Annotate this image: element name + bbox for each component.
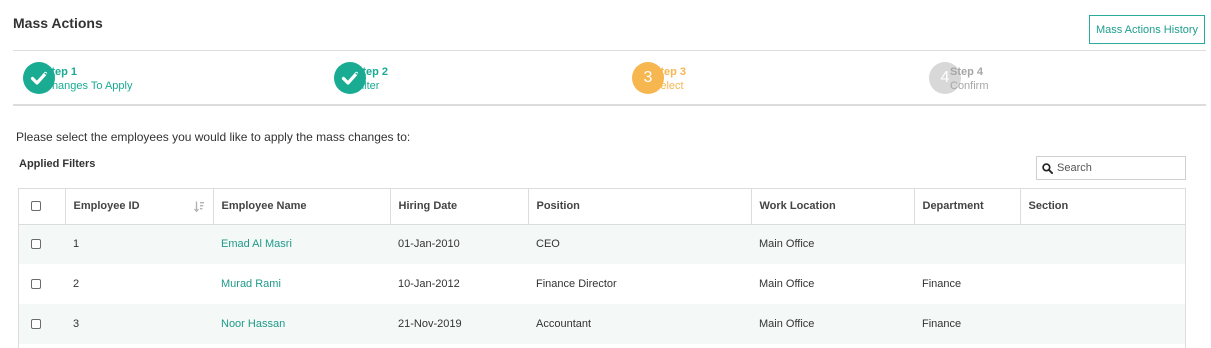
cell-hiring-date: 21-Nov-2019 [390,304,528,344]
select-all-checkbox[interactable] [31,201,41,212]
row-checkbox[interactable] [31,279,41,290]
step-4-number: Step 4 [950,66,984,78]
sort-icon[interactable] [193,201,205,212]
header-divider [13,50,1206,51]
step-2-number: Step 2 [355,66,389,78]
cell-work-location: Main Office [751,224,914,264]
step-3-number: Step 3 [653,66,687,78]
column-header-employee-name[interactable]: Employee Name [213,189,391,225]
table-row: 2 Murad Rami 10-Jan-2012 Finance Directo… [19,264,1185,304]
cell-department: Finance [914,264,1020,304]
cell-hiring-date: 01-Jan-2010 [390,224,528,264]
cell-work-location: Main Office [751,304,914,344]
cell-position: Accountant [528,304,751,344]
cell-section [1020,264,1185,304]
employee-name-link[interactable]: Noor Hassan [213,304,390,344]
employee-name-link[interactable]: Emad Al Masri [213,224,390,264]
row-checkbox[interactable] [31,319,41,330]
column-header-work-location[interactable]: Work Location [751,189,915,225]
cell-section [1020,224,1185,264]
row-checkbox[interactable] [31,239,41,250]
stepper-divider [13,104,1206,106]
column-header-position[interactable]: Position [528,189,752,225]
search-box [1036,156,1186,180]
column-header-section[interactable]: Section [1020,189,1185,225]
table-header-row: Employee ID Employee Name Hiring Date Po… [19,189,1185,225]
employee-name-link[interactable]: Murad Rami [213,264,390,304]
employees-table: Employee ID Employee Name Hiring Date Po… [18,188,1186,348]
step-2-label: Filter [355,80,380,92]
cell-department [914,224,1020,264]
applied-filters-label: Applied Filters [19,158,96,170]
cell-position: CEO [528,224,751,264]
step-3-label: Select [653,80,684,92]
page-title: Mass Actions [13,15,103,31]
step-1-number: Step 1 [44,66,78,78]
mass-actions-page: Mass Actions Mass Actions History Step 1… [0,0,1211,348]
cell-employee-id: 2 [65,264,213,304]
select-all-header [19,189,66,225]
step-1-label: Changes To Apply [44,80,133,92]
step-4-label: Confirm [950,80,989,92]
cell-employee-id: 1 [65,224,213,264]
cell-work-location: Main Office [751,264,914,304]
cell-position: Finance Director [528,264,751,304]
table-row: 3 Noor Hassan 21-Nov-2019 Accountant Mai… [19,304,1185,344]
search-input[interactable] [1057,162,1182,174]
instruction-text: Please select the employees you would li… [16,130,411,144]
table-row: 1 Emad Al Masri 01-Jan-2010 CEO Main Off… [19,224,1185,264]
column-header-hiring-date[interactable]: Hiring Date [390,189,529,225]
cell-hiring-date: 10-Jan-2012 [390,264,528,304]
search-icon [1042,162,1053,174]
cell-section [1020,304,1185,344]
column-header-employee-id[interactable]: Employee ID [65,189,214,225]
column-header-department[interactable]: Department [914,189,1021,225]
cell-department: Finance [914,304,1020,344]
cell-employee-id: 3 [65,304,213,344]
mass-actions-history-button[interactable]: Mass Actions History [1089,15,1205,44]
